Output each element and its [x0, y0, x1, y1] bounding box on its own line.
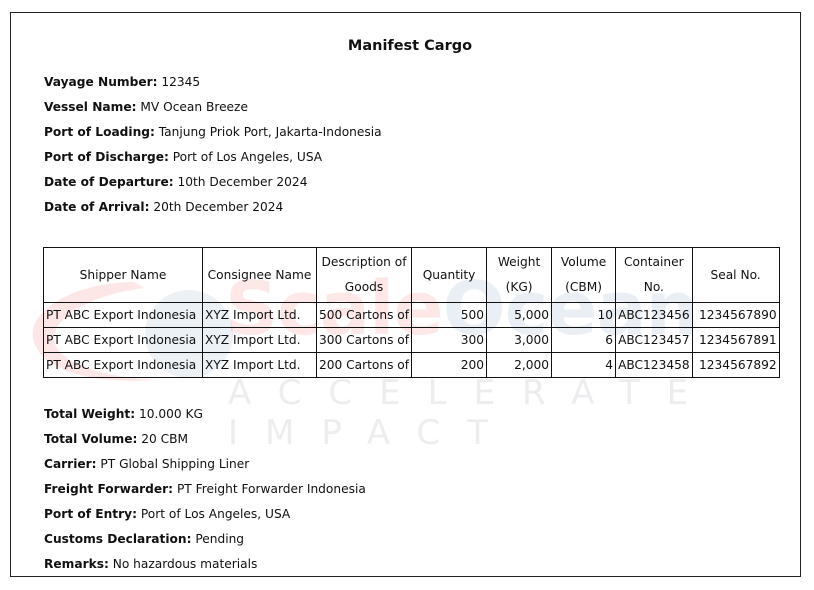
- field-date-of-arrival: Date of Arrival: 20th December 2024: [44, 200, 283, 214]
- cell-shipper: PT ABC Export Indonesia: [43, 302, 203, 328]
- field-freight-forwarder: Freight Forwarder: PT Freight Forwarder …: [44, 482, 366, 496]
- field-label: Vessel Name:: [44, 100, 137, 114]
- field-vessel-name: Vessel Name: MV Ocean Breeze: [44, 100, 248, 114]
- field-value: No hazardous materials: [112, 557, 258, 571]
- cell-volume: 6: [551, 327, 617, 353]
- document-title: Manifest Cargo: [347, 38, 473, 54]
- cell-volume: 10: [551, 302, 617, 328]
- field-label: Total Weight:: [44, 407, 136, 421]
- field-port-of-entry: Port of Entry: Port of Los Angeles, USA: [44, 507, 290, 521]
- field-label: Port of Loading:: [44, 125, 155, 139]
- table-row: PT ABC Export Indonesia XYZ Import Ltd. …: [43, 327, 780, 353]
- cell-weight: 5,000: [486, 302, 553, 328]
- field-label: Date of Departure:: [44, 175, 174, 189]
- cell-quantity: 500: [411, 302, 488, 328]
- field-value: 20 CBM: [141, 432, 189, 446]
- field-date-of-departure: Date of Departure: 10th December 2024: [44, 175, 307, 189]
- cell-shipper: PT ABC Export Indonesia: [43, 327, 203, 353]
- field-label: Customs Declaration:: [44, 532, 192, 546]
- table-row: PT ABC Export Indonesia XYZ Import Ltd. …: [43, 302, 780, 328]
- field-value: 10.000 KG: [138, 407, 203, 421]
- field-voyage-number: Vayage Number: 12345: [44, 75, 200, 89]
- cell-seal: 1234567892: [691, 352, 780, 378]
- column-header-quantity: Quantity: [411, 247, 488, 303]
- cell-container: ABC123457: [615, 327, 693, 353]
- cell-consignee: XYZ Import Ltd.: [202, 302, 317, 328]
- cell-description: 500 Cartons of: [315, 302, 413, 328]
- field-label: Date of Arrival:: [44, 200, 150, 214]
- cell-description: 200 Cartons of: [315, 352, 413, 378]
- column-header-weight: Weight (KG): [486, 247, 553, 303]
- column-header-description: Description of Goods: [315, 247, 413, 303]
- field-value: Tanjung Priok Port, Jakarta-Indonesia: [158, 125, 382, 139]
- field-value: PT Global Shipping Liner: [100, 457, 250, 471]
- field-value: Port of Los Angeles, USA: [140, 507, 291, 521]
- field-port-of-loading: Port of Loading: Tanjung Priok Port, Jak…: [44, 125, 382, 139]
- cell-weight: 2,000: [486, 352, 553, 378]
- field-customs-declaration: Customs Declaration: Pending: [44, 532, 244, 546]
- cargo-table: Shipper Name Consignee Name Description …: [43, 247, 780, 378]
- cell-container: ABC123458: [615, 352, 693, 378]
- field-value: Pending: [195, 532, 245, 546]
- column-header-consignee: Consignee Name: [202, 247, 317, 303]
- field-label: Carrier:: [44, 457, 97, 471]
- cell-volume: 4: [551, 352, 617, 378]
- column-header-shipper: Shipper Name: [43, 247, 203, 303]
- cell-consignee: XYZ Import Ltd.: [202, 327, 317, 353]
- cell-quantity: 300: [411, 327, 488, 353]
- field-label: Freight Forwarder:: [44, 482, 174, 496]
- cell-container: ABC123456: [615, 302, 693, 328]
- field-total-weight: Total Weight: 10.000 KG: [44, 407, 203, 421]
- cell-weight: 3,000: [486, 327, 553, 353]
- field-value: PT Freight Forwarder Indonesia: [176, 482, 366, 496]
- field-label: Total Volume:: [44, 432, 138, 446]
- field-label: Vayage Number:: [44, 75, 158, 89]
- field-carrier: Carrier: PT Global Shipping Liner: [44, 457, 249, 471]
- field-value: MV Ocean Breeze: [140, 100, 248, 114]
- cell-seal: 1234567890: [691, 302, 780, 328]
- cell-consignee: XYZ Import Ltd.: [202, 352, 317, 378]
- field-value: 12345: [161, 75, 201, 89]
- field-value: 20th December 2024: [153, 200, 284, 214]
- cell-shipper: PT ABC Export Indonesia: [43, 352, 203, 378]
- table-header-row: Shipper Name Consignee Name Description …: [43, 247, 780, 303]
- field-total-volume: Total Volume: 20 CBM: [44, 432, 188, 446]
- table-row: PT ABC Export Indonesia XYZ Import Ltd. …: [43, 352, 780, 378]
- field-port-of-discharge: Port of Discharge: Port of Los Angeles, …: [44, 150, 322, 164]
- cell-seal: 1234567891: [691, 327, 780, 353]
- field-label: Port of Discharge:: [44, 150, 169, 164]
- field-value: 10th December 2024: [177, 175, 308, 189]
- cell-description: 300 Cartons of: [315, 327, 413, 353]
- column-header-container: Container No.: [615, 247, 693, 303]
- field-value: Port of Los Angeles, USA: [172, 150, 323, 164]
- column-header-volume: Volume (CBM): [551, 247, 617, 303]
- field-remarks: Remarks: No hazardous materials: [44, 557, 257, 571]
- column-header-seal: Seal No.: [691, 247, 780, 303]
- cell-quantity: 200: [411, 352, 488, 378]
- field-label: Remarks:: [44, 557, 109, 571]
- field-label: Port of Entry:: [44, 507, 137, 521]
